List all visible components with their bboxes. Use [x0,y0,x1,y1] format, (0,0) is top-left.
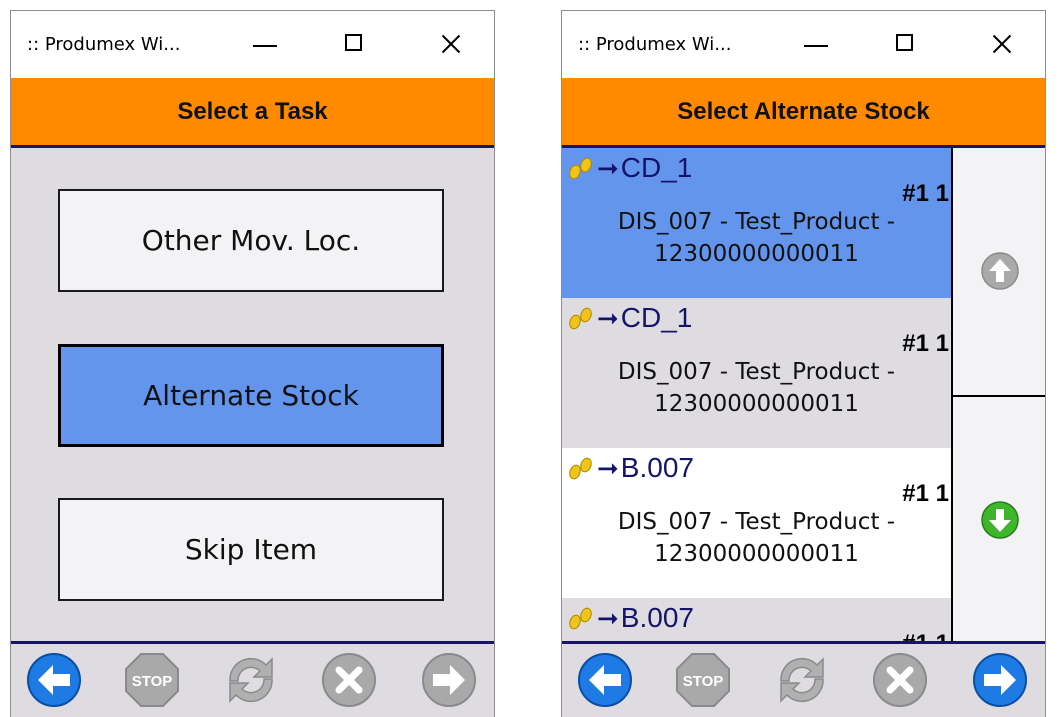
maximize-button[interactable] [331,21,379,67]
location-label: ➞ CD_1 [565,152,692,184]
arrow-right-icon: ➞ [597,452,619,483]
forward-button[interactable] [420,651,478,709]
cancel-icon [322,653,376,707]
batch-number: 12300000000011 [654,541,859,567]
page-title: Select Alternate Stock [562,78,1045,148]
description-line: DIS_007 - Test_Product - [617,509,896,535]
window-title: :: Produmex Wi... [27,34,181,55]
arrow-up-icon [981,252,1019,290]
location-label: ➞ CD_1 [565,302,692,334]
maximize-button[interactable] [882,21,930,67]
footsteps-icon [569,457,592,480]
refresh-icon [229,657,273,703]
forward-icon [973,653,1027,707]
location-name: B.007 [620,452,694,483]
description-line: DIS_007 - Test_Product - [617,209,896,235]
scroll-down-button[interactable] [953,397,1045,644]
stop-button[interactable]: STOP [674,651,732,709]
minimize-button[interactable] [241,21,289,67]
close-button[interactable] [977,21,1025,67]
location-name: CD_1 [620,302,693,333]
list-item[interactable]: ➞ CD_1 #1 1 DIS_007 - Test_Product - 123… [562,148,951,298]
window-title: :: Produmex Wi... [578,34,732,55]
minimize-button[interactable] [792,21,840,67]
cancel-icon [873,653,927,707]
bottom-toolbar: STOP [562,644,1045,714]
svg-text:STOP: STOP [132,673,173,690]
footsteps-icon [569,607,592,630]
back-icon [578,653,632,707]
footsteps-icon [569,157,592,180]
close-button[interactable] [426,21,474,67]
location-name: CD_1 [620,152,693,183]
item-description: DIS_007 - Test_Product - 12300000000011 [562,356,951,420]
title-bar: :: Produmex Wi... [11,11,494,78]
stop-icon: STOP [125,653,179,707]
skip-item-button[interactable]: Skip Item [58,498,444,601]
refresh-button[interactable] [773,651,831,709]
footsteps-icon [569,307,592,330]
item-description: DIS_007 - Test_Product - 12300000000011 [562,206,951,270]
quantity: #1 1 [902,180,949,207]
scroll-up-button[interactable] [953,148,1045,397]
cancel-button[interactable] [320,651,378,709]
forward-button[interactable] [971,651,1029,709]
arrow-right-icon: ➞ [597,602,619,633]
title-bar: :: Produmex Wi... [562,11,1045,78]
batch-number: 12300000000011 [654,391,859,417]
quantity: #1 1 [902,330,949,357]
bottom-toolbar: STOP [11,644,494,714]
location-label: ➞ B.007 [565,452,694,484]
location-name: B.007 [620,602,694,633]
stop-icon: STOP [676,653,730,707]
forward-icon [422,653,476,707]
item-description: DIS_007 - Test_Product - 12300000000011 [562,506,951,570]
batch-number: 12300000000011 [654,241,859,267]
list-item[interactable]: ➞ CD_1 #1 1 DIS_007 - Test_Product - 123… [562,298,951,448]
svg-text:STOP: STOP [683,673,724,690]
back-button[interactable] [25,651,83,709]
location-label: ➞ B.007 [565,602,694,634]
select-task-window: :: Produmex Wi... Select a Task Other Mo… [10,10,495,717]
back-button[interactable] [576,651,634,709]
back-icon [27,653,81,707]
alternate-stock-button[interactable]: Alternate Stock [58,344,444,447]
refresh-button[interactable] [222,651,280,709]
stock-list: ➞ CD_1 #1 1 DIS_007 - Test_Product - 123… [562,148,951,644]
arrow-right-icon: ➞ [597,152,619,183]
list-item[interactable]: ➞ B.007 #1 1 DIS_007 - Test_Product - 12… [562,448,951,598]
stop-button[interactable]: STOP [123,651,181,709]
quantity: #1 1 [902,480,949,507]
arrow-down-icon [981,501,1019,539]
arrow-right-icon: ➞ [597,302,619,333]
page-title: Select a Task [11,78,494,148]
description-line: DIS_007 - Test_Product - [617,359,896,385]
scroll-controls [951,148,1045,644]
other-mov-loc-button[interactable]: Other Mov. Loc. [58,189,444,292]
cancel-button[interactable] [871,651,929,709]
list-item[interactable]: ➞ B.007 #1 1 [562,598,951,644]
refresh-icon [780,657,824,703]
select-alternate-stock-window: :: Produmex Wi... Select Alternate Stock… [561,10,1046,717]
